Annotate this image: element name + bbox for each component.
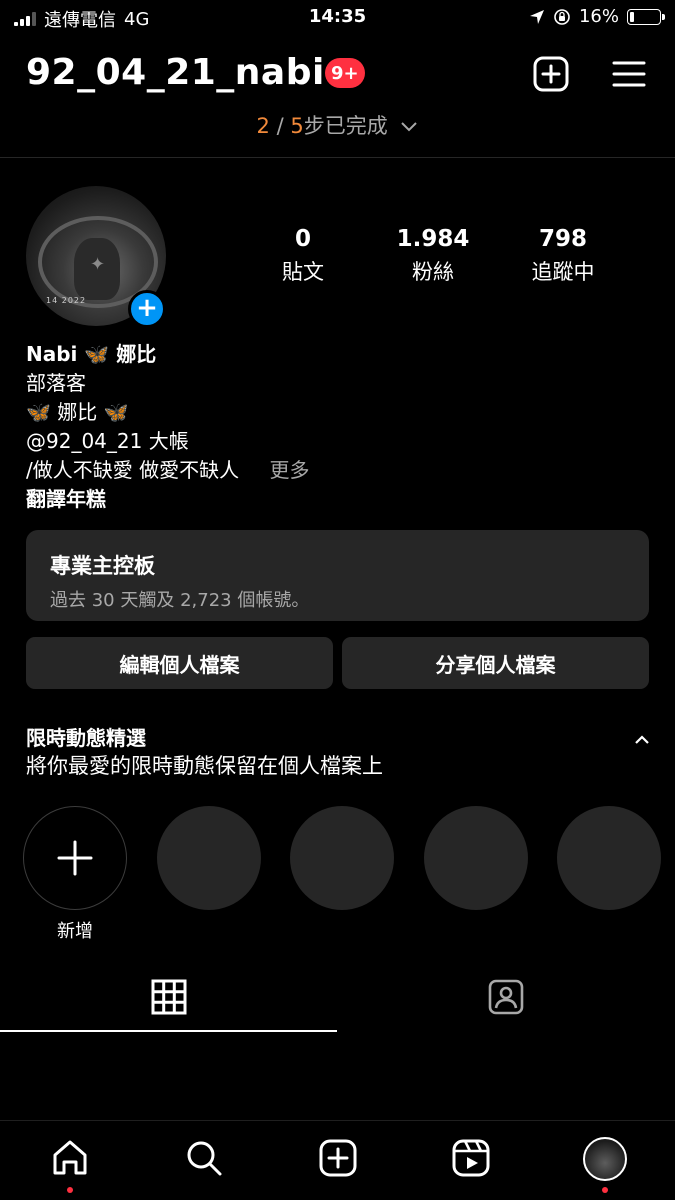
status-right: 16% (529, 6, 665, 27)
plus-square-icon[interactable] (533, 56, 569, 92)
share-profile-button[interactable]: 分享個人檔案 (342, 637, 649, 689)
profile-avatar[interactable] (583, 1137, 627, 1181)
battery-percent: 16% (578, 6, 619, 27)
translate-link[interactable]: 翻譯年糕 (26, 485, 309, 514)
reels-icon[interactable] (451, 1138, 491, 1178)
progress-total: 5 (290, 114, 304, 138)
highlights-subtitle: 將你最愛的限時動態保留在個人檔案上 (26, 754, 383, 778)
create-icon[interactable] (318, 1138, 358, 1178)
add-story-button[interactable]: + (128, 290, 166, 328)
highlight-placeholder (424, 806, 528, 910)
highlights-title: 限時動態精選 (26, 726, 146, 750)
status-bar: 遠傳電信 4G 14:35 16% (0, 0, 675, 36)
tagged-icon[interactable] (487, 978, 525, 1016)
highlight-placeholder (557, 806, 661, 910)
highlight-placeholder (290, 806, 394, 910)
profile-bio: Nabi 🦋 娜比 部落客 🦋 娜比 🦋 @92_04_21 大帳 /做人不缺愛… (26, 340, 309, 514)
stat-followers-label: 粉絲 (412, 260, 454, 284)
bio-line-1-row: 🦋 娜比 🦋 (26, 398, 309, 427)
chevron-up-icon[interactable] (632, 730, 652, 750)
profile-name-line: Nabi 🦋 娜比 (26, 340, 309, 369)
bio-more-link[interactable]: 更多 (269, 458, 309, 482)
bio-line-1: 娜比 (57, 400, 98, 424)
stat-following[interactable]: 798 追蹤中 (503, 226, 623, 286)
active-tab-indicator (0, 1030, 337, 1032)
stat-following-value: 798 (538, 226, 587, 252)
notification-badge[interactable]: 9+ (325, 58, 365, 88)
professional-dashboard[interactable]: 專業主控板 過去 30 天觸及 2,723 個帳號。 (26, 530, 649, 621)
profile-username[interactable]: 92_04_21_nabi (26, 52, 325, 93)
stat-posts[interactable]: 0 貼文 (243, 226, 363, 286)
bio-line-2: @92_04_21 大帳 (26, 429, 189, 453)
dashboard-subtitle: 過去 30 天觸及 2,723 個帳號。 (50, 590, 310, 611)
orientation-lock-icon (554, 8, 570, 25)
profile-category: 部落客 (26, 371, 86, 395)
profile-name-suffix: 娜比 (116, 342, 157, 366)
search-icon[interactable] (184, 1138, 224, 1178)
bio-line-3: /做人不缺愛 做愛不缺人 (26, 458, 240, 482)
dashboard-title: 專業主控板 (50, 554, 155, 578)
butterfly-icon: 🦋 (26, 400, 51, 424)
stat-followers[interactable]: 1.984 粉絲 (373, 226, 493, 286)
stat-followers-value: 1.984 (396, 226, 470, 252)
progress-separator: / (276, 114, 284, 138)
setup-progress[interactable]: 2 / 5步已完成 (0, 110, 675, 140)
profile-notification-dot (602, 1187, 608, 1193)
plus-icon (57, 840, 92, 875)
location-icon (529, 9, 544, 24)
new-highlight-label: 新增 (57, 921, 93, 942)
header-divider (0, 157, 675, 158)
bio-line-3-row: /做人不缺愛 做愛不缺人 更多 (26, 456, 309, 485)
nav-divider (0, 1120, 675, 1121)
menu-icon[interactable] (611, 56, 647, 92)
edit-profile-button[interactable]: 編輯個人檔案 (26, 637, 333, 689)
stat-following-label: 追蹤中 (531, 260, 595, 284)
butterfly-icon: 🦋 (84, 342, 110, 366)
butterfly-icon: 🦋 (103, 400, 129, 424)
progress-done: 2 (256, 114, 270, 138)
battery-icon (627, 8, 665, 25)
new-highlight-button[interactable] (23, 806, 127, 910)
stat-posts-value: 0 (294, 226, 311, 252)
grid-icon[interactable] (150, 978, 188, 1016)
home-notification-dot (67, 1187, 73, 1193)
avatar-stamp: 14 2022 (46, 296, 87, 305)
chevron-down-icon (401, 122, 418, 132)
highlight-placeholder (157, 806, 261, 910)
profile-name: Nabi (26, 342, 78, 366)
stat-posts-label: 貼文 (282, 260, 324, 284)
progress-label: 步已完成 (303, 114, 388, 138)
home-icon[interactable] (50, 1138, 90, 1178)
